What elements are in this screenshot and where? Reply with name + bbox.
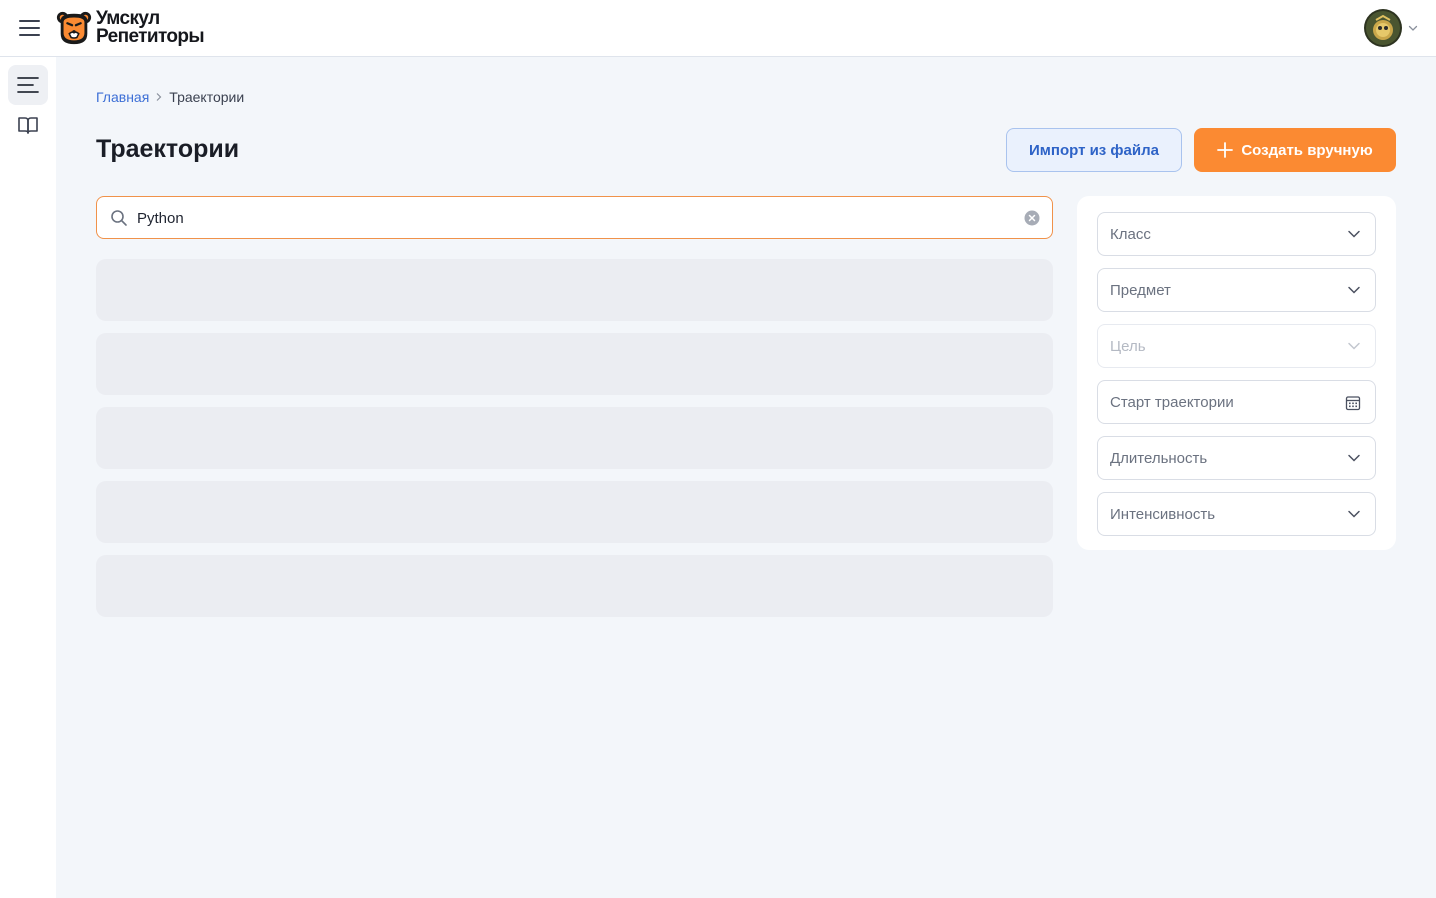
logo-text-line2: Репетиторы [96,26,205,47]
start-date-label: Старт траектории [1110,394,1234,411]
list-menu-icon [17,77,39,93]
breadcrumb: Главная Траектории [96,89,244,105]
hamburger-icon-line [19,20,40,22]
chevron-down-icon [1348,286,1360,294]
goal-select: Цель [1097,324,1376,368]
bear-logo-icon [56,11,92,45]
loading-skeleton-row [96,259,1053,321]
chevron-down-icon [1348,230,1360,238]
search-icon [111,210,127,226]
grade-select-label: Класс [1110,226,1151,243]
chevron-down-icon [1348,454,1360,462]
grade-select[interactable]: Класс [1097,212,1376,256]
loading-skeleton-row [96,407,1053,469]
calendar-icon[interactable] [1345,395,1361,411]
chevron-down-icon [1408,25,1418,31]
search-input[interactable] [137,206,1007,230]
goal-select-label: Цель [1110,338,1146,355]
chevron-down-icon [1348,510,1360,518]
sidebar-item-list[interactable] [8,65,48,105]
logo-text: Умскул Репетиторы [96,9,205,47]
duration-select[interactable]: Длительность [1097,436,1376,480]
import-from-file-button[interactable]: Импорт из файла [1006,128,1182,172]
book-icon [18,117,38,134]
intensity-select[interactable]: Интенсивность [1097,492,1376,536]
breadcrumb-current: Траектории [169,89,245,105]
hamburger-icon-line [19,27,40,29]
chevron-right-icon [155,92,163,102]
filters-panel: Класс Предмет Цель Старт траектории Длит… [1077,196,1396,550]
loading-skeleton-row [96,481,1053,543]
create-manually-button[interactable]: Создать вручную [1194,128,1396,172]
breadcrumb-home-link[interactable]: Главная [96,89,149,105]
logo[interactable]: Умскул Репетиторы [55,8,205,48]
import-button-label: Импорт из файла [1029,141,1159,159]
user-menu[interactable] [1364,9,1418,47]
sidebar [0,57,56,898]
sidebar-item-library[interactable] [8,105,48,145]
intensity-select-label: Интенсивность [1110,506,1216,523]
avatar [1364,9,1402,47]
duration-select-label: Длительность [1110,450,1208,467]
search-box [96,196,1053,239]
chevron-down-icon [1348,342,1360,350]
top-bar: Умскул Репетиторы [0,0,1436,57]
loading-skeleton-row [96,333,1053,395]
create-button-label: Создать вручную [1241,141,1373,159]
loading-skeleton-row [96,555,1053,617]
subject-select[interactable]: Предмет [1097,268,1376,312]
start-date-field[interactable]: Старт траектории [1097,380,1376,424]
hamburger-menu-button[interactable] [19,19,41,37]
plus-icon [1217,142,1234,158]
page-title: Траектории [96,135,240,163]
clear-search-icon[interactable] [1024,210,1040,226]
hamburger-icon-line [19,34,40,36]
subject-select-label: Предмет [1110,282,1171,299]
